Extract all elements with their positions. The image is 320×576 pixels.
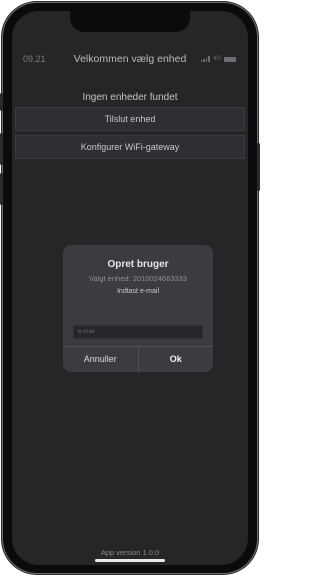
volume-down-button — [0, 173, 3, 205]
phone-frame: 09.21 Velkommen vælg enhed 4G Ingen enhe… — [0, 3, 260, 573]
connect-device-button[interactable]: Tilslut enhed — [15, 107, 245, 131]
create-user-dialog: Opret bruger Valgt enhed: 2010024663333 … — [63, 245, 213, 373]
app-screen: 09.21 Velkommen vælg enhed 4G Ingen enhe… — [12, 11, 248, 565]
dialog-actions: Annuller Ok — [63, 346, 213, 373]
configure-wifi-gateway-button[interactable]: Konfigurer WiFi-gateway — [15, 135, 245, 159]
status-bar: 09.21 Velkommen vælg enhed 4G — [12, 51, 248, 67]
signal-icon — [200, 56, 210, 62]
email-input[interactable] — [73, 325, 203, 339]
ok-button[interactable]: Ok — [139, 347, 214, 373]
email-prompt: Indtast e-mail — [116, 288, 160, 295]
home-indicator[interactable] — [95, 559, 165, 562]
mute-switch — [0, 93, 3, 111]
network-type: 4G — [212, 56, 221, 62]
selected-device-text: Valgt enhed: 2010024663333 — [89, 274, 187, 283]
power-button — [257, 143, 260, 191]
cancel-button[interactable]: Annuller — [63, 347, 138, 373]
app-version: App version 1.0.0 — [100, 548, 160, 557]
no-devices-message: Ingen enheder fundet — [82, 92, 178, 103]
system-icons: 4G — [200, 56, 236, 62]
dialog-title: Opret bruger — [107, 259, 169, 270]
notch — [70, 11, 190, 32]
volume-up-button — [0, 133, 3, 165]
battery-icon — [224, 56, 236, 62]
